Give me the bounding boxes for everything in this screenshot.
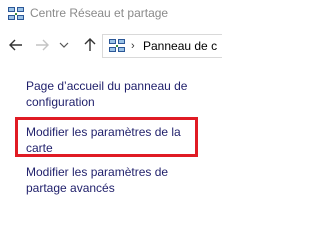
network-center-icon — [109, 39, 125, 53]
change-advanced-sharing-settings-link[interactable]: Modifier les paramètres de partage avanc… — [26, 164, 210, 196]
title-bar: Centre Réseau et partage — [0, 0, 213, 28]
navigation-bar: › Panneau de c — [0, 31, 222, 61]
breadcrumb-separator[interactable]: › — [131, 39, 135, 53]
arrow-left-icon[interactable] — [8, 37, 24, 53]
chevron-down-icon[interactable] — [58, 37, 70, 53]
arrow-right-icon[interactable] — [34, 37, 50, 53]
window-title: Centre Réseau et partage — [30, 6, 169, 20]
address-bar[interactable]: › Panneau de c — [102, 34, 222, 58]
network-center-icon — [8, 7, 24, 21]
arrow-up-icon[interactable] — [82, 37, 98, 53]
control-panel-home-link[interactable]: Page d’accueil du panneau de configurati… — [26, 78, 210, 110]
change-adapter-settings-link[interactable]: Modifier les paramètres de la carte — [26, 124, 210, 156]
breadcrumb-control-panel[interactable]: Panneau de c — [143, 39, 217, 53]
